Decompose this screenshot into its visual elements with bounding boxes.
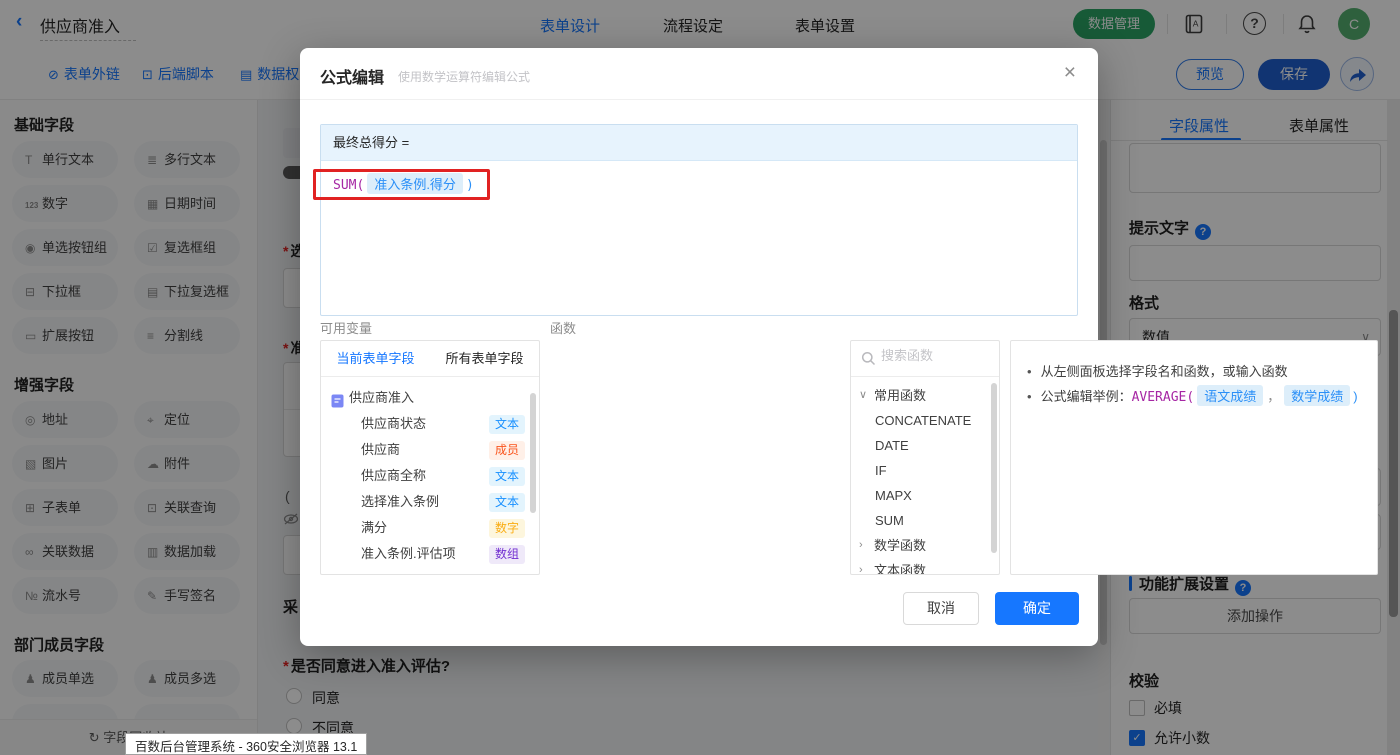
functions-scrollbar-thumb[interactable] (991, 383, 997, 553)
type-badge: 成员 (489, 441, 525, 460)
variables-label: 可用变量 (320, 318, 372, 337)
browser-status-tooltip: 百数后台管理系统 - 360安全浏览器 13.1 (125, 733, 367, 755)
cancel-button[interactable]: 取消 (903, 592, 979, 625)
caret-right-icon: › (859, 533, 863, 558)
variable-field-row[interactable]: 供应商全称文本 (321, 463, 539, 489)
tip-line-2: •公式编辑举例：AVERAGE(语文成绩，数学成绩) (1027, 385, 1358, 406)
function-group-common[interactable]: ∨常用函数 (851, 383, 999, 408)
function-item[interactable]: SUM (851, 508, 999, 533)
functions-panel: ∨常用函数 CONCATENATE DATE IF MAPX SUM ›数学函数… (850, 340, 1000, 575)
variables-tabs: 当前表单字段 所有表单字段 (321, 341, 539, 377)
tab-all-form-fields[interactable]: 所有表单字段 (430, 341, 539, 376)
tab-current-form-fields[interactable]: 当前表单字段 (321, 341, 430, 376)
function-item[interactable]: MAPX (851, 483, 999, 508)
modal-subtitle: 使用数学运算符编辑公式 (398, 68, 530, 85)
example-function-token: AVERAGE( (1132, 390, 1195, 405)
tips-panel: •从左侧面板选择字段名和函数，或输入函数 •公式编辑举例：AVERAGE(语文成… (1010, 340, 1378, 575)
function-search (851, 341, 999, 377)
example-field-chip: 数学成绩 (1284, 385, 1350, 406)
search-icon (861, 351, 876, 366)
example-field-chip: 语文成绩 (1197, 385, 1263, 406)
formula-field-chip[interactable]: 准入条例.得分 (367, 173, 463, 194)
function-group-math[interactable]: ›数学函数 (851, 533, 999, 558)
formula-expression[interactable]: SUM(准入条例.得分) (333, 173, 474, 194)
function-group-text[interactable]: ›文本函数 (851, 558, 999, 575)
confirm-button[interactable]: 确定 (995, 592, 1079, 625)
variables-scrollbar-thumb[interactable] (530, 393, 536, 513)
function-item[interactable]: DATE (851, 433, 999, 458)
close-icon[interactable]: × (1064, 61, 1076, 85)
tip-line-1: •从左侧面板选择字段名和函数，或输入函数 (1027, 361, 1288, 380)
formula-target: 最终总得分 = (321, 125, 1077, 161)
variable-field-row[interactable]: 选择准入条例文本 (321, 489, 539, 515)
function-item[interactable]: CONCATENATE (851, 408, 999, 433)
type-badge: 文本 (489, 467, 525, 486)
modal-header: 公式编辑 使用数学运算符编辑公式 × (300, 48, 1098, 100)
function-item[interactable]: IF (851, 458, 999, 483)
formula-function-token: SUM( (333, 178, 364, 193)
caret-down-icon: ∨ (859, 383, 867, 408)
variables-panel: 当前表单字段 所有表单字段 供应商准入 供应商状态文本 供应商成员 供应商全称文… (320, 340, 540, 575)
type-badge: 数组 (489, 545, 525, 564)
variables-tree-root[interactable]: 供应商准入 (321, 385, 539, 411)
variable-field-row[interactable]: 准入条例.评估项数组 (321, 541, 539, 567)
variable-field-row[interactable]: 供应商成员 (321, 437, 539, 463)
type-badge: 数字 (489, 519, 525, 538)
formula-edit-modal: 公式编辑 使用数学运算符编辑公式 × 最终总得分 = SUM(准入条例.得分) … (300, 48, 1098, 646)
function-search-input[interactable] (881, 348, 989, 363)
variable-field-row[interactable]: 满分数字 (321, 515, 539, 541)
type-badge: 文本 (489, 415, 525, 434)
app-window: ‹ 供应商准入 表单设计 流程设定 表单设置 数据管理 A ? C ⊘表单外链 (0, 0, 1400, 755)
formula-close-paren: ) (466, 178, 474, 193)
functions-label: 函数 (550, 318, 576, 337)
type-badge: 文本 (489, 493, 525, 512)
caret-right-icon: › (859, 558, 863, 575)
variable-field-row[interactable]: 供应商状态文本 (321, 411, 539, 437)
modal-title: 公式编辑 (320, 64, 384, 88)
formula-editor[interactable]: 最终总得分 = SUM(准入条例.得分) (320, 124, 1078, 316)
